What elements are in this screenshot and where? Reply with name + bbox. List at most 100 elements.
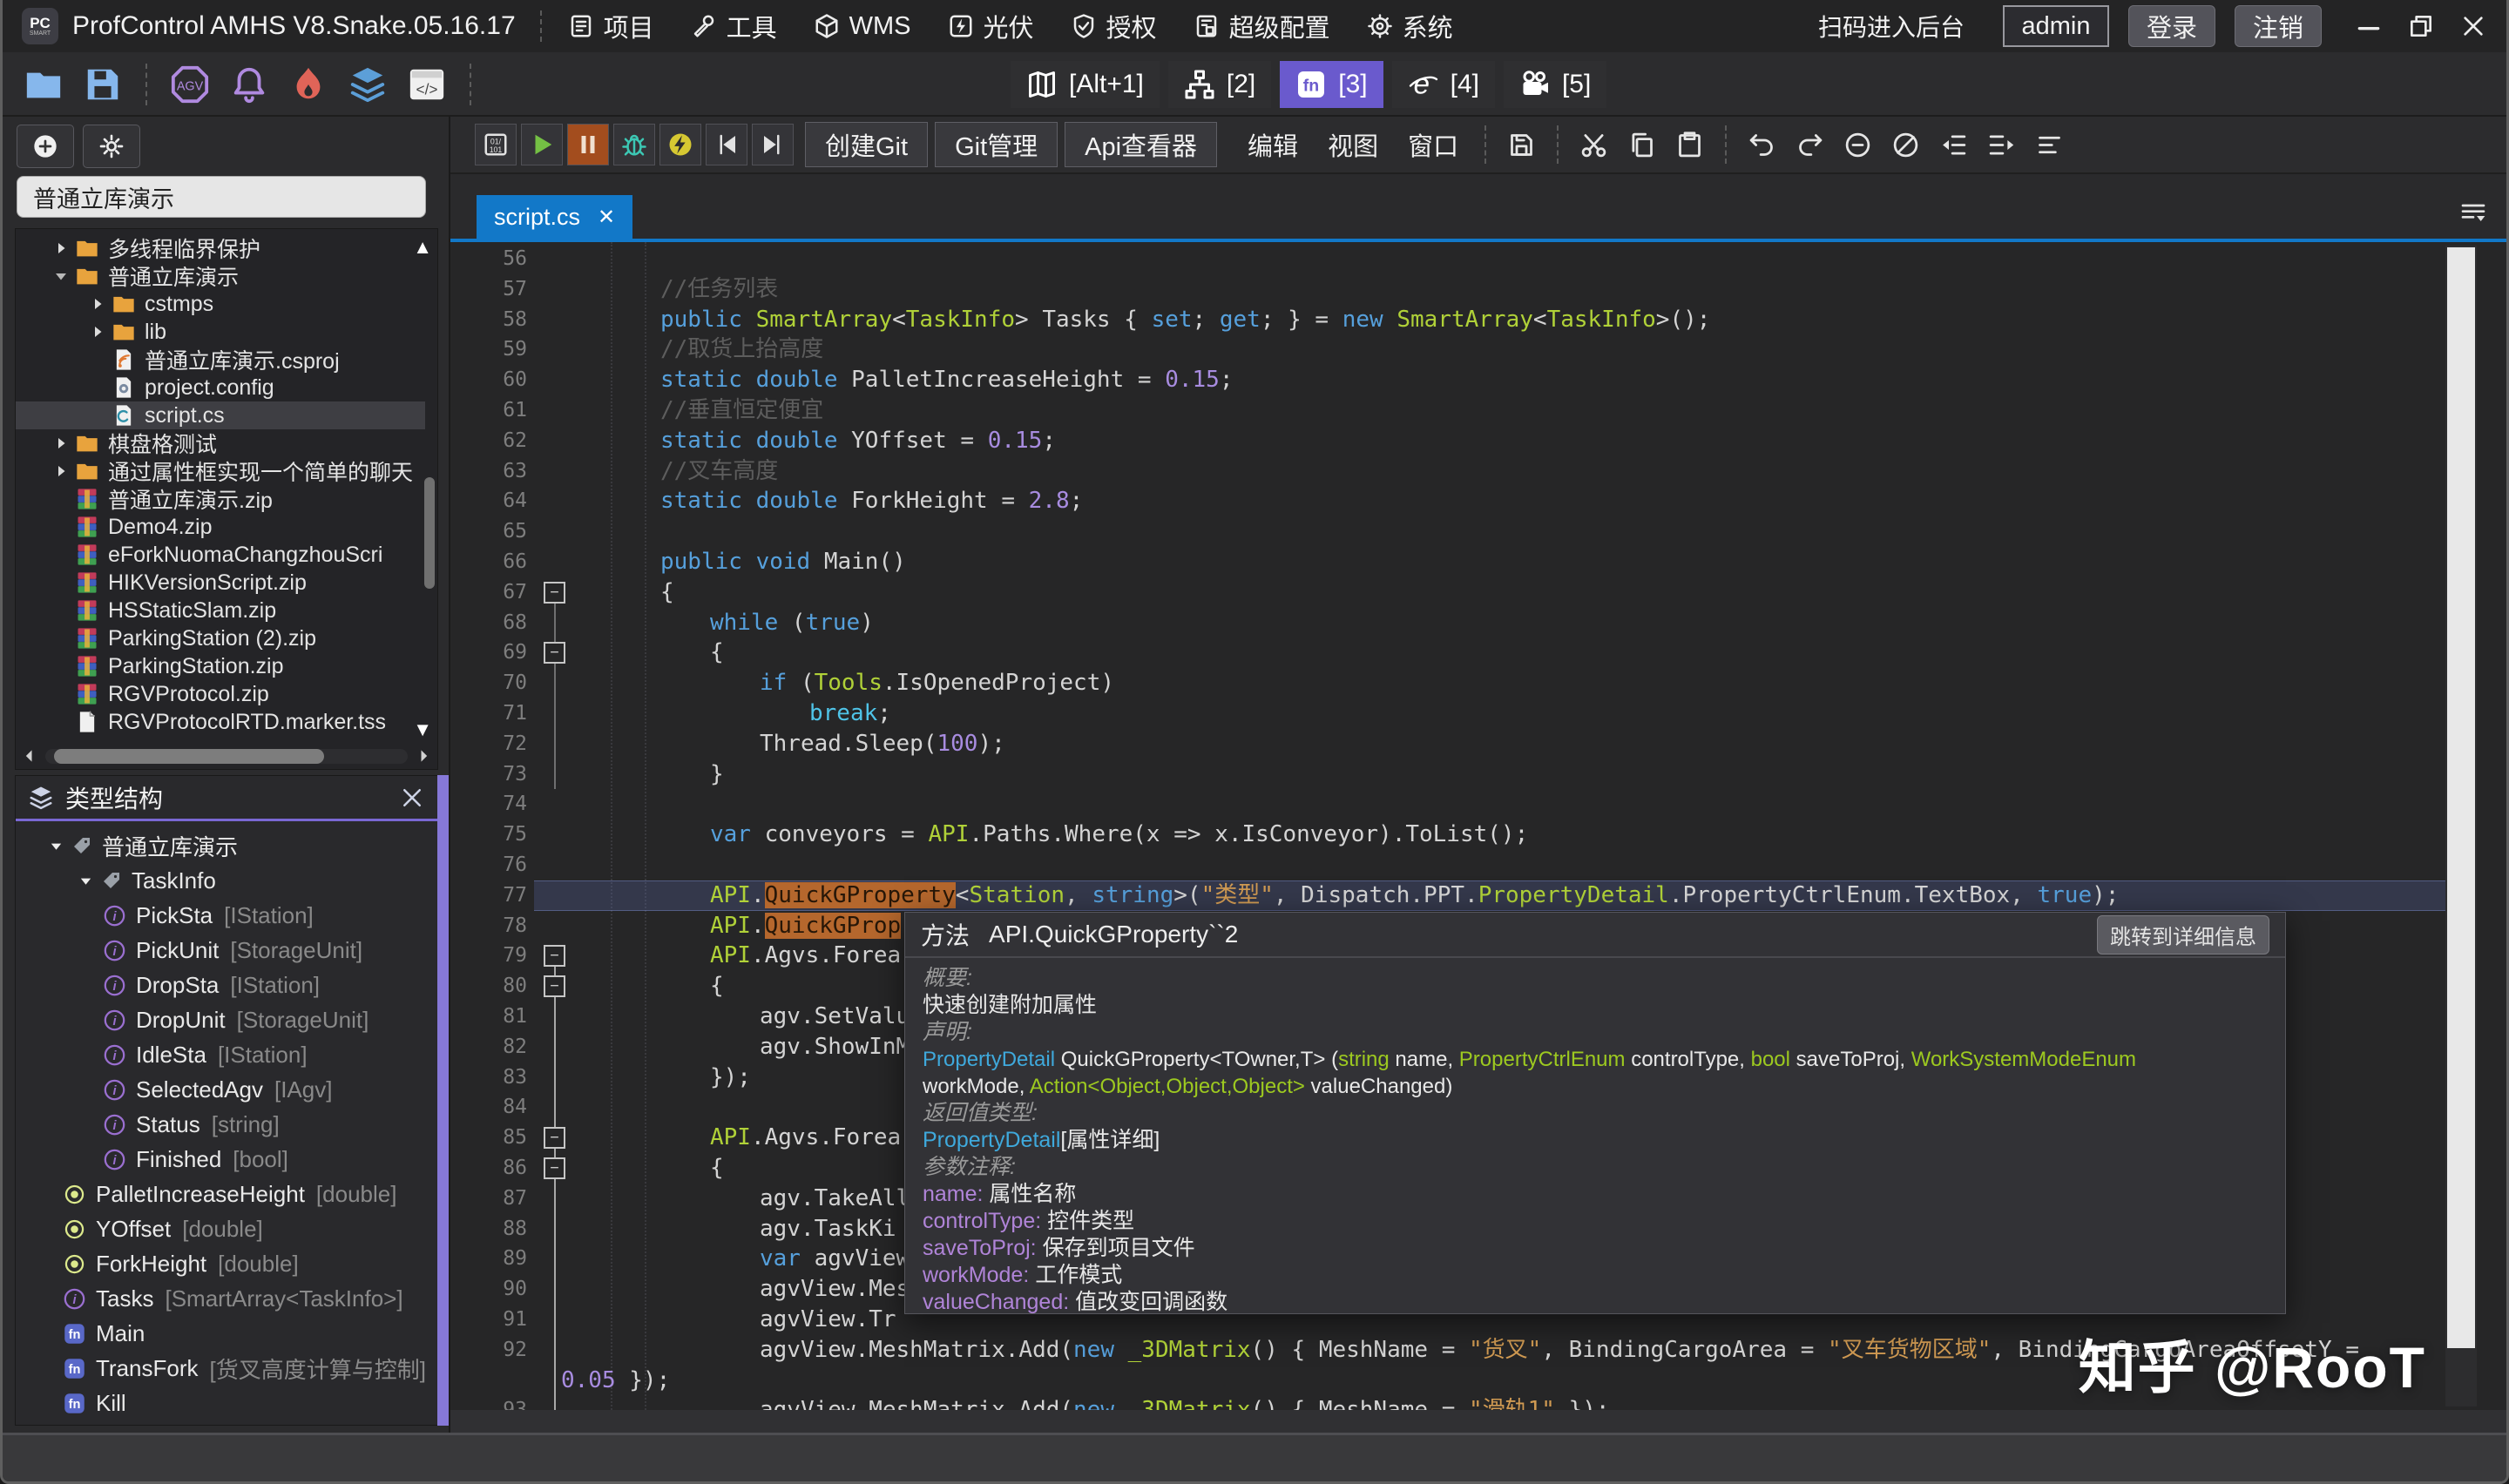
tree-item[interactable]: project.config [16,374,425,401]
comment-icon[interactable] [1843,131,1872,159]
project-settings-button[interactable] [83,125,140,168]
toolbar-button[interactable]: Api查看器 [1065,122,1217,167]
view-tab-3[interactable]: fn[3] [1280,61,1383,108]
tree-scroll-down-icon[interactable]: ▼ [413,718,432,741]
copy-icon[interactable] [1627,131,1656,159]
code-line[interactable]: 71break; [450,698,2506,729]
code-line[interactable]: 60static double PalletIncreaseHeight = 0… [450,365,2506,395]
tree-item[interactable]: eForkNuomaChangzhouScri [16,541,425,569]
type-member[interactable]: iIdleSta[IStation] [16,1037,437,1072]
tree-item[interactable]: script.cs [16,401,425,429]
type-member[interactable]: iPickUnit[StorageUnit] [16,933,437,968]
close-tab-icon[interactable]: ✕ [598,205,615,230]
tree-item[interactable]: lib [16,318,425,346]
close-panel-icon[interactable] [399,785,425,811]
fold-marker-icon[interactable]: − [544,642,565,664]
tree-item[interactable]: cstmps [16,290,425,318]
username-box[interactable]: admin [2003,5,2109,47]
quick-run-button[interactable] [659,124,701,165]
code-line[interactable]: 75var conveyors = API.Paths.Where(x => x… [450,820,2506,850]
type-member[interactable]: YOffset[double] [16,1211,437,1246]
type-member[interactable]: ForkHeight[double] [16,1246,437,1281]
tree-item[interactable]: ParkingStation.zip [16,652,425,680]
format-icon[interactable] [2035,131,2064,159]
view-tab-4[interactable]: e[4] [1392,61,1495,108]
debug-button[interactable] [613,124,655,165]
code-line[interactable]: 74 [450,789,2506,820]
menu-wms[interactable]: WMS [814,12,911,41]
expand-icon[interactable] [53,240,69,256]
outdent-icon[interactable] [1939,131,1968,159]
expand-icon[interactable] [90,296,105,312]
expand-icon[interactable] [90,324,105,340]
code-line[interactable]: 57//任务列表 [450,274,2506,305]
type-member[interactable]: iPickSta[IStation] [16,898,437,933]
tree-item[interactable]: HSStaticSlam.zip [16,597,425,624]
type-member[interactable]: iFinished[bool] [16,1142,437,1177]
menu-pv[interactable]: 光伏 [948,8,1034,44]
tree-item[interactable]: RGVProtocolRTD.marker.tss [16,708,425,736]
comment-off-icon[interactable] [1891,131,1920,159]
code-line[interactable]: 68while (true) [450,608,2506,638]
fold-marker-icon[interactable]: − [544,975,565,997]
indent-icon[interactable] [1987,131,2016,159]
tree-vertical-scrollbar[interactable] [424,477,435,589]
tree-item[interactable]: 通过属性框实现一个简单的聊天 [16,457,425,485]
scroll-left-icon[interactable] [21,747,38,765]
type-member[interactable]: iDropSta[IStation] [16,968,437,1002]
redo-icon[interactable] [1796,131,1824,159]
code-line[interactable]: 77API.QuickGProperty<Station, string>("类… [450,880,2506,911]
sidebar-scrollbar[interactable] [437,775,449,1426]
collapse-icon[interactable] [78,874,93,888]
code-line[interactable]: 73} [450,759,2506,790]
code-line[interactable]: 63//叉车高度 [450,456,2506,487]
cut-icon[interactable] [1579,131,1608,159]
step-back-button[interactable] [706,124,747,165]
editor-menu[interactable]: 编辑 [1248,126,1298,163]
collapse-icon[interactable] [53,268,69,284]
menu-project[interactable]: 项目 [568,8,654,44]
tree-item[interactable]: 普通立库演示.zip [16,485,425,513]
undo-icon[interactable] [1748,131,1776,159]
tree-item[interactable]: 多线程临界保护 [16,234,425,262]
tree-item[interactable]: HIKVersionScript.zip [16,569,425,597]
project-name-input[interactable] [17,176,426,218]
code-line[interactable]: 65 [450,516,2506,547]
menu-system[interactable]: 系统 [1367,8,1453,44]
tree-horizontal-scrollbar[interactable] [21,746,432,766]
code-line[interactable]: 67−{ [450,577,2506,608]
restore-icon[interactable] [2407,12,2435,40]
step-forward-button[interactable] [752,124,794,165]
add-project-button[interactable] [17,125,74,168]
logout-button[interactable]: 注销 [2235,5,2322,47]
menu-auth[interactable]: 授权 [1071,8,1157,44]
tree-item[interactable]: ParkingStation (2).zip [16,624,425,652]
tree-item[interactable]: 普通立库演示 [16,262,425,290]
paste-icon[interactable] [1675,131,1704,159]
code-line[interactable]: 70if (Tools.IsOpenedProject) [450,668,2506,698]
code-line[interactable]: 72Thread.Sleep(100); [450,729,2506,759]
type-member[interactable]: TaskInfo [16,863,437,898]
collapse-icon[interactable] [49,839,64,853]
binary-script-button[interactable]: 01/101 [475,124,517,165]
layers-icon[interactable] [348,64,388,105]
code-line[interactable]: 64static double ForkHeight = 2.8; [450,486,2506,516]
minimize-icon[interactable] [2355,12,2383,40]
code-line[interactable]: 61//垂直恒定便宜 [450,395,2506,426]
type-member[interactable]: iStatus[string] [16,1107,437,1142]
view-tab-5[interactable]: [5] [1504,61,1606,108]
pause-button[interactable] [567,124,609,165]
fold-marker-icon[interactable]: − [544,582,565,604]
expand-icon[interactable] [53,463,69,479]
editor-scrollbar[interactable] [2445,246,2477,1406]
tab-script-cs[interactable]: script.cs ✕ [477,195,632,239]
flame-icon[interactable] [288,64,328,105]
code-line[interactable]: 76 [450,850,2506,880]
save-outline-icon[interactable] [1507,131,1536,159]
login-button[interactable]: 登录 [2128,5,2215,47]
type-member[interactable]: fnMain [16,1316,437,1351]
tab-list-icon[interactable] [2459,199,2487,226]
bell-icon[interactable] [229,64,269,105]
agv-icon[interactable]: AGV [170,64,210,105]
editor-menu[interactable]: 视图 [1328,126,1378,163]
